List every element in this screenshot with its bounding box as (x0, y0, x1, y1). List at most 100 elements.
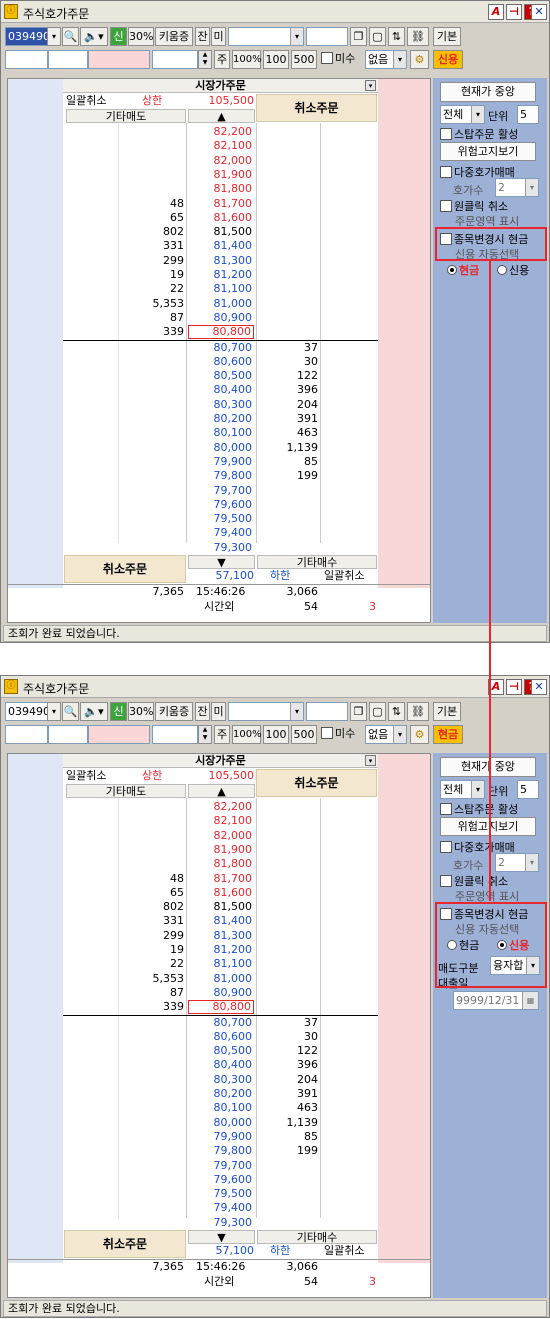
balance-button[interactable]: 잔 (195, 702, 210, 721)
buy-order-area[interactable] (378, 754, 430, 1263)
ask-qty[interactable]: 5,353 (120, 972, 185, 986)
search-icon[interactable]: 🔍 (62, 702, 79, 721)
bid-price[interactable]: 79,500 (188, 512, 254, 526)
ask-qty[interactable]: 48 (120, 872, 184, 886)
cancel-all-bottom-button[interactable]: 일괄취소 (324, 569, 364, 583)
bid-qty[interactable]: 391 (258, 412, 318, 426)
ask-qty[interactable] (120, 168, 184, 182)
buy-order-area[interactable] (378, 79, 430, 588)
ask-price[interactable]: 81,600 (188, 886, 254, 900)
bid-price[interactable]: 80,400 (188, 383, 254, 397)
one-click-cancel-checkbox[interactable]: 원클릭 취소 (440, 198, 508, 214)
close-icon[interactable]: ✕ (531, 4, 547, 20)
ask-price[interactable]: 81,200 (188, 943, 254, 957)
ask-price[interactable]: 81,100 (188, 957, 254, 971)
ask-qty[interactable]: 48 (120, 197, 184, 211)
chevron-down-icon[interactable]: ▾ (471, 781, 484, 798)
ask-price[interactable]: 81,500 (188, 225, 254, 239)
password-input[interactable] (5, 50, 48, 69)
ask-price[interactable]: 81,000 (188, 297, 254, 311)
ask-qty[interactable] (120, 800, 184, 814)
qty-100-button[interactable]: 100 (263, 50, 289, 69)
ask-qty[interactable] (120, 154, 184, 168)
ask-price[interactable]: 82,100 (188, 814, 254, 828)
account-input[interactable] (306, 27, 348, 46)
amount-input[interactable] (152, 50, 198, 69)
bid-qty[interactable] (258, 1173, 318, 1187)
bid-price[interactable]: 80,200 (188, 1087, 254, 1101)
ask-qty[interactable]: 331 (120, 914, 184, 928)
quantity-stepper[interactable]: ▲ ▼ (198, 725, 212, 744)
bid-price[interactable]: 80,400 (188, 1058, 254, 1072)
qty-500-button[interactable]: 500 (291, 725, 317, 744)
ask-price[interactable]: 81,900 (188, 843, 254, 857)
bid-price[interactable]: 79,300 (188, 541, 254, 555)
ask-qty[interactable]: 802 (120, 225, 184, 239)
ask-qty[interactable]: 19 (120, 268, 184, 282)
credit-radio[interactable]: 신용 (497, 262, 529, 278)
all-select[interactable]: 전체 ▾ (440, 105, 485, 124)
ask-qty[interactable] (120, 843, 184, 857)
ask-qty[interactable]: 65 (120, 886, 184, 900)
ask-price[interactable]: 80,900 (188, 311, 254, 325)
calendar-icon[interactable]: ▦ (522, 992, 538, 1009)
ask-qty[interactable] (120, 125, 184, 139)
bid-price[interactable]: 79,300 (188, 1216, 254, 1230)
bid-qty[interactable]: 391 (258, 1087, 318, 1101)
mode-badge[interactable]: 현금 (433, 725, 463, 744)
bid-price[interactable]: 79,700 (188, 484, 254, 498)
percent-30-button[interactable]: 30% (128, 27, 154, 46)
mode-badge[interactable]: 신용 (433, 50, 463, 69)
bid-price[interactable]: 80,600 (188, 355, 254, 369)
price-input[interactable] (88, 725, 150, 744)
qty-100-button[interactable]: 100 (263, 725, 289, 744)
cancel-all-top-button[interactable]: 일괄취소 (66, 769, 106, 783)
ask-price[interactable]: 82,200 (188, 800, 254, 814)
market-order-header[interactable]: 시장가주문 ▾ (63, 79, 378, 93)
window-icon[interactable]: ▢ (369, 702, 386, 721)
bid-qty[interactable]: 199 (258, 1144, 318, 1158)
link-icon[interactable]: ⛓ (407, 702, 429, 721)
settings-icon[interactable]: ⚙ (410, 725, 429, 744)
cancel-order-top-button[interactable]: 취소주문 (256, 769, 377, 797)
bid-price[interactable]: 80,300 (188, 398, 254, 412)
ask-price[interactable]: 82,200 (188, 125, 254, 139)
bid-qty[interactable]: 204 (258, 1073, 318, 1087)
bid-qty[interactable]: 396 (258, 383, 318, 397)
bid-price[interactable]: 79,600 (188, 1173, 254, 1187)
sound-icon[interactable]: 🔈▾ (80, 702, 108, 721)
ask-qty[interactable]: 22 (120, 282, 184, 296)
bid-qty[interactable] (258, 1201, 318, 1215)
ask-price[interactable]: 82,100 (188, 139, 254, 153)
misu-select[interactable]: 없음 ▾ (365, 725, 407, 744)
basic-button[interactable]: 기본 (433, 27, 461, 46)
cancel-order-top-button[interactable]: 취소주문 (256, 94, 377, 122)
broker-button[interactable]: 키움증 (155, 27, 193, 46)
cancel-order-bottom-button[interactable]: 취소주문 (64, 555, 186, 583)
bid-qty[interactable]: 122 (258, 369, 318, 383)
ask-qty[interactable]: 87 (120, 986, 184, 1000)
bid-price[interactable]: 79,600 (188, 498, 254, 512)
bid-qty[interactable]: 85 (258, 1130, 318, 1144)
bid-qty[interactable] (258, 1187, 318, 1201)
bid-price[interactable]: 80,700 (188, 1016, 254, 1030)
bid-qty[interactable]: 396 (258, 1058, 318, 1072)
ask-qty[interactable]: 87 (120, 311, 184, 325)
percent-100-button[interactable]: 100% (232, 725, 262, 744)
ask-qty[interactable] (120, 182, 184, 196)
stock-name-select[interactable]: ▾ (228, 702, 304, 721)
dropdown-icon[interactable]: ▾ (47, 702, 61, 721)
ask-qty[interactable]: 19 (120, 943, 184, 957)
bid-qty[interactable]: 199 (258, 469, 318, 483)
ask-qty[interactable]: 22 (120, 957, 184, 971)
bid-qty[interactable]: 122 (258, 1044, 318, 1058)
unit-input[interactable]: 5 (517, 780, 539, 799)
ask-qty[interactable] (120, 829, 184, 843)
quantity-stepper[interactable]: ▲ ▼ (198, 50, 212, 69)
bid-price[interactable]: 79,700 (188, 1159, 254, 1173)
unit-input[interactable]: 5 (517, 105, 539, 124)
bid-qty[interactable]: 30 (258, 1030, 318, 1044)
chevron-down-icon[interactable]: ▾ (393, 51, 406, 68)
ask-price[interactable]: 81,800 (188, 182, 254, 196)
center-price-button[interactable]: 현재가 중앙 (440, 82, 536, 102)
